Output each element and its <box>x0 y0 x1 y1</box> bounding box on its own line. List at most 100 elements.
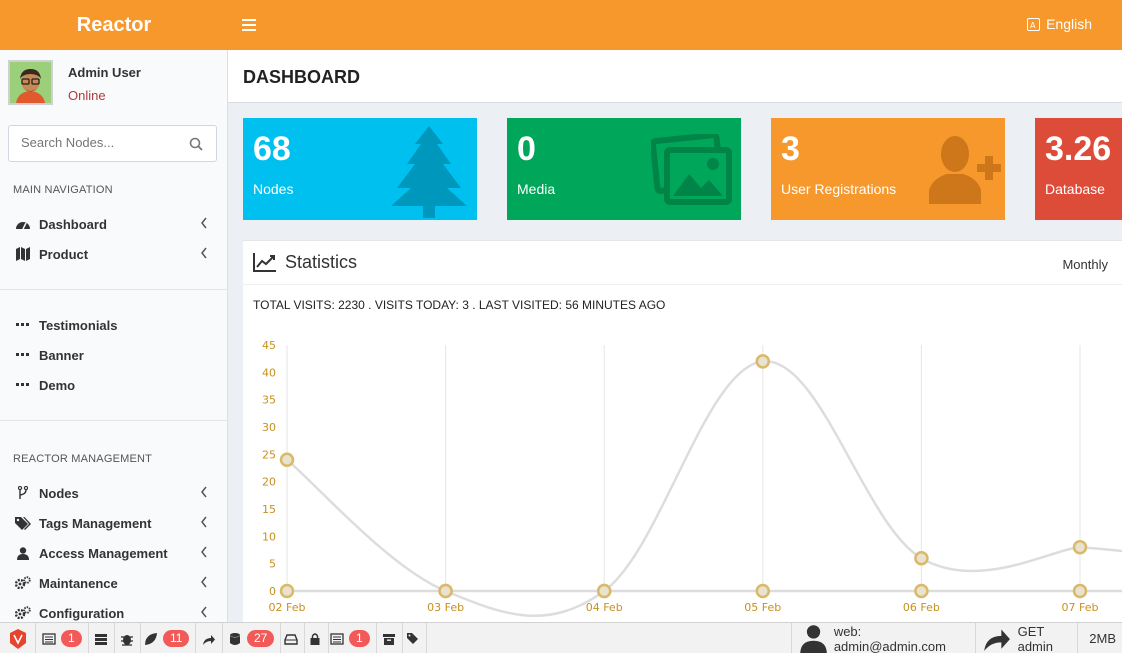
debugbar-exceptions[interactable] <box>114 623 141 653</box>
stat-box-user-registrations[interactable]: 3 User Registrations <box>771 118 1005 220</box>
sidebar-item-label: Nodes <box>39 485 79 501</box>
y-tick-label: 5 <box>269 558 276 571</box>
tasks-icon <box>95 633 107 645</box>
search-icon[interactable] <box>189 137 203 151</box>
y-tick-label: 35 <box>262 394 276 407</box>
current-route-label: GET admin <box>1017 623 1054 653</box>
series-line <box>286 360 1122 618</box>
database-icon <box>230 632 240 645</box>
stat-value: 3.26 <box>1045 130 1112 168</box>
sidebar-item-label: Access Management <box>39 545 168 561</box>
current-user-label: web: admin@admin.com <box>833 623 946 653</box>
language-selector[interactable]: A English <box>1027 16 1092 32</box>
dots-icon <box>15 318 31 332</box>
sidebar-item-testimonials[interactable]: Testimonials <box>15 314 213 336</box>
data-point <box>596 583 612 599</box>
fork-icon <box>15 486 31 500</box>
main-navigation-heading: MAIN NAVIGATION <box>13 184 113 196</box>
stat-value: 68 <box>253 130 291 168</box>
sidebar-toggle-icon[interactable] <box>242 15 256 35</box>
avatar <box>8 60 53 105</box>
debugbar-views[interactable]: 11 <box>138 623 197 653</box>
search-input[interactable] <box>21 135 181 150</box>
data-point <box>1072 540 1088 555</box>
lock-icon <box>310 632 320 645</box>
y-tick-label: 25 <box>262 448 276 461</box>
archive-icon <box>383 633 395 645</box>
debugbar-current-route[interactable]: GET admin <box>975 623 1059 653</box>
debugbar-logo[interactable] <box>0 623 36 653</box>
user-name: Admin User <box>68 65 141 80</box>
chevron-left-icon <box>201 606 207 618</box>
language-label: English <box>1046 16 1092 32</box>
user-plus-icon <box>929 136 1001 204</box>
stat-box-media[interactable]: 0 Media <box>507 118 741 220</box>
brand-logo[interactable]: Reactor <box>0 0 228 50</box>
memory-label: 2MB <box>1089 631 1116 646</box>
laravel-logo-icon <box>9 628 26 649</box>
cogs-icon <box>15 606 31 620</box>
data-point <box>914 583 929 599</box>
period-selector[interactable]: Monthly <box>1062 257 1108 272</box>
x-tick-label: 05 Feb <box>744 601 781 614</box>
images-icon <box>651 134 732 205</box>
y-tick-label: 40 <box>262 366 276 379</box>
sidebar-item-label: Product <box>39 246 89 262</box>
debugbar-messages[interactable]: 1 <box>36 623 89 653</box>
sidebar-item-product[interactable]: Product <box>15 243 213 265</box>
map-icon <box>15 247 31 261</box>
visits-summary: TOTAL VISITS: 2230 . VISITS TODAY: 3 . L… <box>253 298 666 312</box>
badge: 27 <box>247 630 275 647</box>
badge: 1 <box>61 630 82 647</box>
svg-text:A: A <box>1030 21 1036 30</box>
sidebar-item-demo[interactable]: Demo <box>15 374 213 396</box>
y-tick-label: 15 <box>262 503 276 516</box>
y-tick-label: 20 <box>262 476 276 489</box>
sidebar-item-dashboard[interactable]: Dashboard <box>15 213 213 235</box>
stat-value: 0 <box>517 130 536 168</box>
sidebar-item-label: Banner <box>39 347 84 363</box>
sidebar-divider <box>0 420 227 421</box>
debugbar-current-user[interactable]: web: admin@admin.com <box>790 623 952 653</box>
user-icon <box>15 546 31 560</box>
dots-icon <box>15 378 31 392</box>
data-point <box>279 452 295 468</box>
tags-icon <box>407 632 418 644</box>
sidebar-item-tags-management[interactable]: Tags Management <box>15 512 213 534</box>
x-tick-label: 07 Feb <box>1062 601 1099 614</box>
debugbar-timeline[interactable] <box>88 623 115 653</box>
line-chart-icon <box>253 253 276 272</box>
top-navbar: Reactor A English <box>0 0 1122 50</box>
data-point <box>914 550 929 566</box>
data-point <box>1072 583 1088 599</box>
sidebar-item-banner[interactable]: Banner <box>15 344 213 366</box>
tags-icon <box>15 516 31 530</box>
tree-icon <box>391 126 467 218</box>
debugbar-queries[interactable]: 27 <box>222 623 282 653</box>
share-icon <box>203 634 215 645</box>
debugbar-session[interactable] <box>376 623 403 653</box>
debugbar-mails[interactable] <box>278 623 305 653</box>
sidebar-divider <box>0 289 227 290</box>
chevron-left-icon <box>201 576 207 588</box>
debugbar-memory[interactable]: 2MB <box>1077 623 1122 653</box>
statistics-panel: Statistics Monthly TOTAL VISITS: 2230 . … <box>243 240 1122 622</box>
chevron-left-icon <box>201 546 207 558</box>
debugbar-request[interactable] <box>400 623 427 653</box>
sidebar-item-maintanence[interactable]: Maintanence <box>15 572 213 594</box>
inbox-icon <box>284 633 298 645</box>
sidebar-item-label: Demo <box>39 377 76 393</box>
sidebar-item-nodes[interactable]: Nodes <box>15 482 213 504</box>
list-icon <box>330 632 344 645</box>
stat-box-nodes[interactable]: 68 Nodes <box>243 118 477 220</box>
sidebar-item-label: Maintanence <box>39 575 118 591</box>
sidebar-item-configuration[interactable]: Configuration <box>15 602 213 622</box>
stat-box-database[interactable]: 3.26 Database <box>1035 118 1122 220</box>
badge: 11 <box>163 630 190 647</box>
debugbar-route[interactable] <box>196 623 223 653</box>
stat-value: 3 <box>781 130 800 168</box>
dashboard-icon <box>15 217 31 231</box>
sidebar-item-access-management[interactable]: Access Management <box>15 542 213 564</box>
debugbar-gate[interactable]: 1 <box>324 623 377 653</box>
sidebar-item-label: Testimonials <box>39 317 118 333</box>
